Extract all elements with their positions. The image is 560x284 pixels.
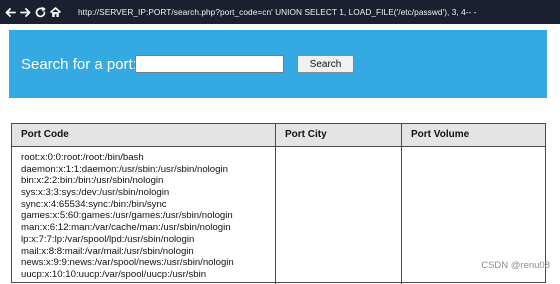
reload-icon[interactable] [34,6,47,19]
column-header-port-code: Port Code [21,129,69,140]
back-arrow-icon[interactable] [4,6,17,19]
column-divider [401,124,402,284]
address-bar-url[interactable]: http://SERVER_IP:PORT/search.php?port_co… [78,7,477,17]
passwd-line: games:x:5:60:games:/usr/games:/usr/sbin/… [21,210,233,222]
passwd-line: sys:x:3:3:sys:/dev:/usr/sbin/nologin [21,187,170,199]
passwd-line: man:x:6:12:man:/var/cache/man:/usr/sbin/… [21,222,231,234]
passwd-line: sync:x:4:65534:sync:/bin:/bin/sync [21,198,167,210]
column-divider [275,124,276,284]
column-header-port-volume: Port Volume [411,129,470,140]
table-header: Port Code Port City Port Volume [12,124,545,147]
forward-arrow-icon[interactable] [19,6,32,19]
passwd-line: root:x:0:0:root:/root:/bin/bash [21,152,144,163]
watermark: CSDN @renu08 [481,260,550,271]
port-code-cell: root:x:0:0:root:/root:/bin/bash daemon:x… [21,152,234,281]
search-button[interactable]: Search [297,55,354,73]
browser-toolbar: http://SERVER_IP:PORT/search.php?port_co… [0,0,560,24]
home-icon[interactable] [49,6,62,19]
passwd-line: lp:x:7:7:lp:/var/spool/lpd:/usr/sbin/nol… [21,233,195,245]
search-input[interactable] [135,55,284,73]
search-label: Search for a port: [21,56,137,73]
results-table: Port Code Port City Port Volume root:x:0… [11,123,546,284]
passwd-line: bin:x:2:2:bin:/bin:/usr/sbin/nologin [21,175,164,187]
passwd-line: mail:x:8:8:mail:/var/mail:/usr/sbin/nolo… [21,245,194,257]
passwd-line: daemon:x:1:1:daemon:/usr/sbin:/usr/sbin/… [21,163,228,175]
nav-icons [0,6,64,19]
column-header-port-city: Port City [285,129,327,140]
passwd-line: news:x:9:9:news:/var/spool/news:/usr/sbi… [21,257,234,269]
search-panel: Search for a port: Search [9,30,547,98]
